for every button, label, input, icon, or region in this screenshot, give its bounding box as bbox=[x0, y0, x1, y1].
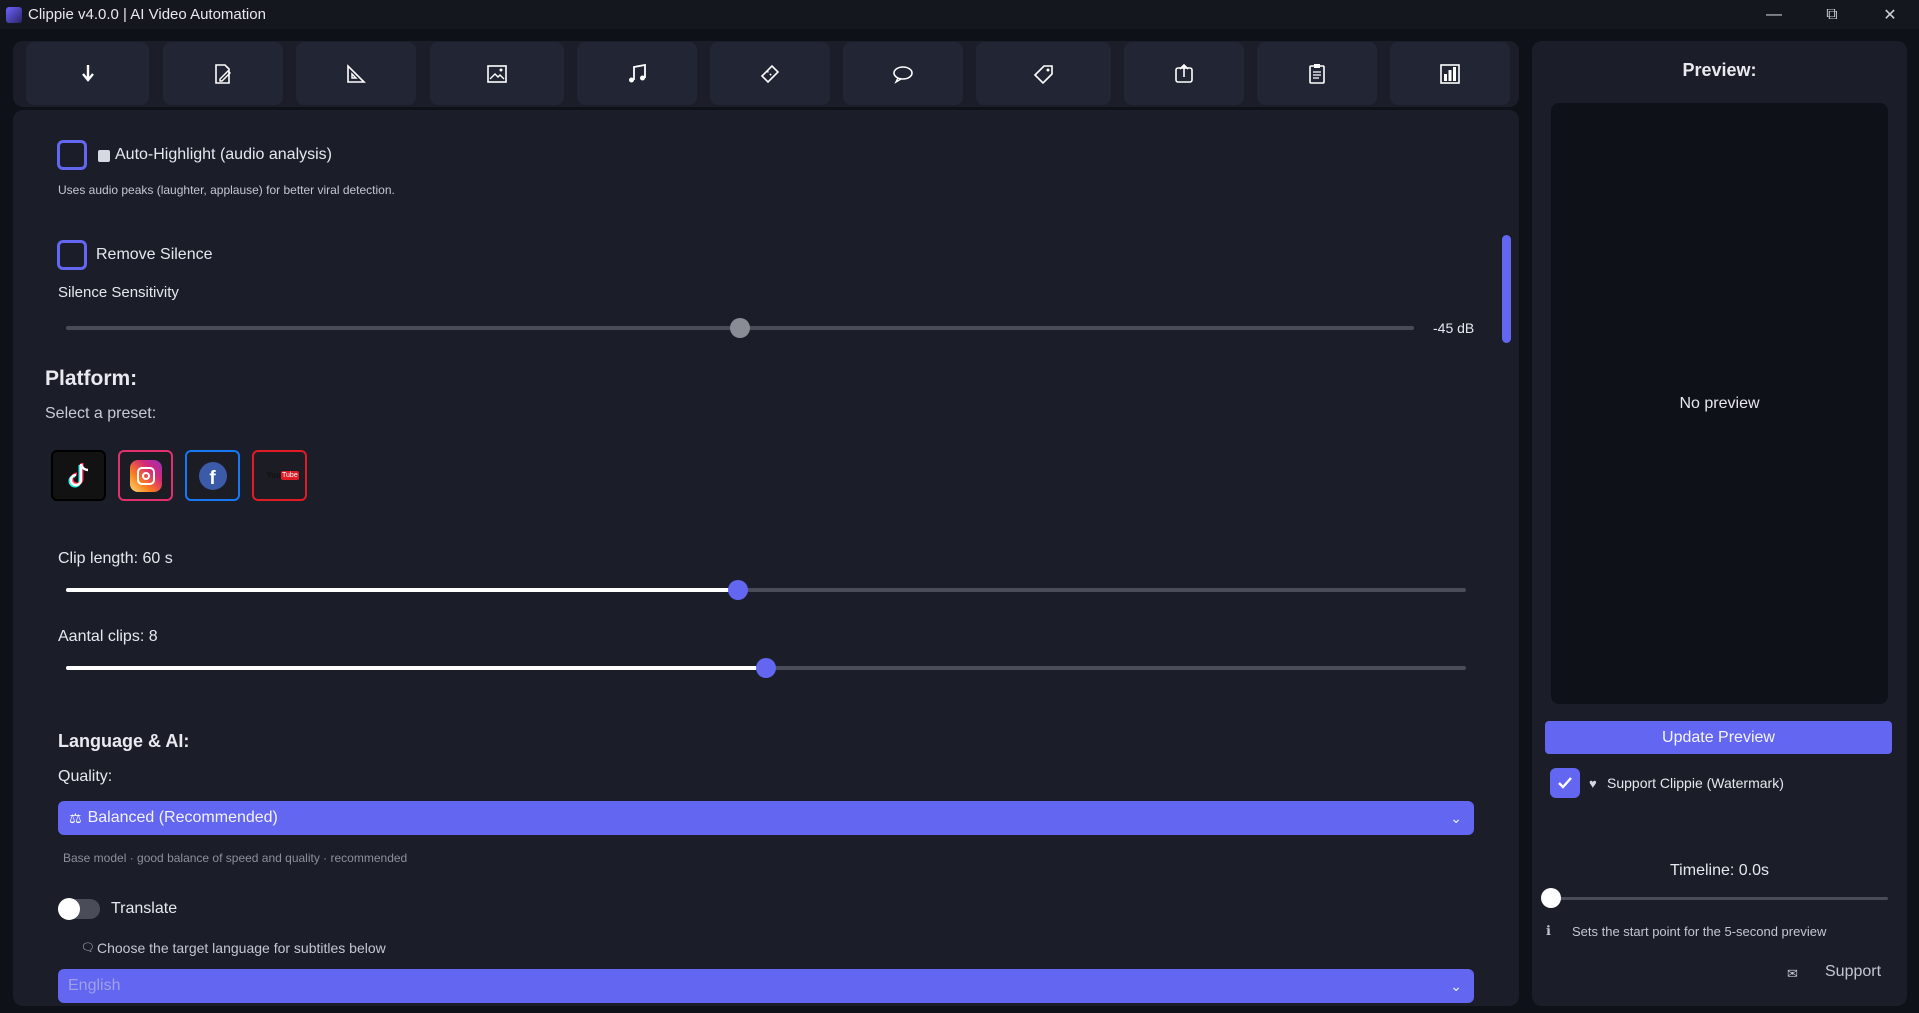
tag-icon bbox=[1033, 64, 1053, 84]
silence-sensitivity-value: -45 dB bbox=[1433, 320, 1475, 336]
toolbar-button-tag[interactable] bbox=[976, 42, 1111, 105]
settings-panel: Auto-Highlight (audio analysis) Uses aud… bbox=[13, 110, 1519, 1006]
mail-icon: ✉ bbox=[1787, 966, 1798, 981]
toolbar-button-export[interactable] bbox=[1124, 42, 1244, 105]
ticket-icon bbox=[760, 64, 780, 83]
preset-tiktok-button[interactable] bbox=[51, 450, 106, 501]
export-icon bbox=[1175, 63, 1193, 83]
timeline-slider[interactable] bbox=[1541, 888, 1888, 908]
preview-title: Preview: bbox=[1682, 60, 1757, 80]
clip-length-fill bbox=[66, 588, 738, 592]
preset-youtube-button[interactable]: You Tube bbox=[252, 450, 307, 501]
support-link[interactable]: Support bbox=[1825, 963, 1881, 981]
restore-icon[interactable]: ⧉ bbox=[1803, 0, 1861, 29]
preview-panel: Preview: No preview Update Preview ♥ Sup… bbox=[1532, 41, 1907, 1006]
bar-chart-icon bbox=[1440, 63, 1460, 84]
preset-facebook-button[interactable]: f bbox=[185, 450, 240, 501]
app-logo-icon bbox=[6, 6, 22, 23]
instagram-icon bbox=[129, 459, 162, 492]
update-preview-button[interactable]: Update Preview bbox=[1545, 721, 1892, 754]
platform-heading: Platform: bbox=[45, 367, 138, 390]
preview-area: No preview bbox=[1551, 103, 1888, 704]
timeline-hint: Sets the start point for the 5-second pr… bbox=[1572, 924, 1827, 939]
speech-bubble-icon bbox=[893, 65, 913, 84]
edit-document-icon bbox=[215, 63, 231, 84]
quality-select-value: Balanced (Recommended) bbox=[87, 809, 278, 826]
title-bar: Clippie v4.0.0 | AI Video Automation — ⧉… bbox=[0, 0, 1919, 29]
youtube-icon: You Tube bbox=[266, 471, 299, 480]
preset-instagram-button[interactable] bbox=[118, 450, 173, 501]
heart-icon: ♥ bbox=[1589, 776, 1597, 791]
preview-empty-text: No preview bbox=[1679, 394, 1760, 412]
watermark-checkbox[interactable] bbox=[1550, 768, 1580, 798]
scrollbar-thumb[interactable] bbox=[1502, 235, 1511, 343]
silence-sensitivity-knob[interactable] bbox=[730, 318, 750, 338]
toolbar-button-edit[interactable] bbox=[163, 42, 283, 105]
platform-sublabel: Select a preset: bbox=[45, 405, 157, 422]
silence-sensitivity-label: Silence Sensitivity bbox=[58, 284, 179, 301]
toolbar bbox=[13, 41, 1519, 107]
toolbar-button-measure[interactable] bbox=[296, 42, 416, 105]
timeline-label: Timeline: 0.0s bbox=[1670, 862, 1769, 879]
checkmark-icon bbox=[1558, 777, 1572, 789]
timeline-knob[interactable] bbox=[1541, 888, 1561, 908]
target-language-value: English bbox=[68, 977, 121, 994]
auto-highlight-label: Auto-Highlight (audio analysis) bbox=[115, 146, 332, 163]
scale-icon: ⚖ bbox=[69, 809, 82, 826]
remove-silence-checkbox[interactable] bbox=[57, 240, 87, 270]
window-title: Clippie v4.0.0 | AI Video Automation bbox=[28, 6, 266, 23]
toolbar-button-comment[interactable] bbox=[843, 42, 963, 105]
image-frame-icon bbox=[487, 64, 507, 83]
set-square-icon bbox=[347, 63, 366, 83]
toolbar-button-stats[interactable] bbox=[1390, 42, 1510, 105]
translate-hint: Choose the target language for subtitles… bbox=[97, 940, 386, 956]
quality-select[interactable]: ⚖ Balanced (Recommended) ⌄ bbox=[58, 801, 1474, 835]
silence-sensitivity-slider[interactable] bbox=[66, 318, 1414, 338]
language-ai-heading: Language & AI: bbox=[58, 731, 190, 751]
translate-label: Translate bbox=[111, 900, 178, 917]
quality-label: Quality: bbox=[58, 768, 113, 785]
clip-count-slider[interactable] bbox=[66, 658, 1466, 678]
clip-length-knob[interactable] bbox=[728, 580, 748, 600]
toolbar-button-image[interactable] bbox=[430, 42, 564, 105]
watermark-label: Support Clippie (Watermark) bbox=[1607, 775, 1784, 791]
auto-highlight-checkbox[interactable] bbox=[57, 140, 87, 170]
quality-hint: Base model · good balance of speed and q… bbox=[63, 851, 408, 865]
clip-length-slider[interactable] bbox=[66, 580, 1466, 600]
clip-count-knob[interactable] bbox=[756, 658, 776, 678]
auto-highlight-hint: Uses audio peaks (laughter, applause) fo… bbox=[58, 183, 395, 197]
info-icon: ℹ bbox=[1546, 923, 1551, 938]
minimize-icon[interactable]: — bbox=[1745, 0, 1803, 29]
remove-silence-label: Remove Silence bbox=[96, 246, 213, 263]
close-icon[interactable]: ✕ bbox=[1861, 0, 1919, 29]
chevron-down-icon: ⌄ bbox=[1450, 977, 1462, 994]
music-note-icon bbox=[629, 63, 646, 82]
clip-count-fill bbox=[66, 666, 766, 670]
toolbar-button-download[interactable] bbox=[26, 42, 149, 105]
tiktok-icon bbox=[68, 462, 88, 487]
clipboard-icon bbox=[1309, 63, 1325, 84]
download-arrow-icon bbox=[81, 64, 94, 82]
film-icon bbox=[98, 150, 110, 162]
toolbar-button-ticket[interactable] bbox=[710, 42, 830, 105]
chevron-down-icon: ⌄ bbox=[1450, 809, 1462, 826]
facebook-icon: f bbox=[198, 461, 227, 490]
target-language-select[interactable]: English ⌄ bbox=[58, 969, 1474, 1003]
speech-icon: 🗨 bbox=[81, 942, 95, 954]
clip-count-label: Aantal clips: 8 bbox=[58, 628, 158, 645]
toolbar-button-music[interactable] bbox=[577, 42, 697, 105]
toolbar-button-clipboard[interactable] bbox=[1257, 42, 1377, 105]
translate-toggle[interactable] bbox=[58, 898, 100, 920]
translate-toggle-knob bbox=[58, 898, 80, 920]
clip-length-label: Clip length: 60 s bbox=[58, 550, 173, 567]
